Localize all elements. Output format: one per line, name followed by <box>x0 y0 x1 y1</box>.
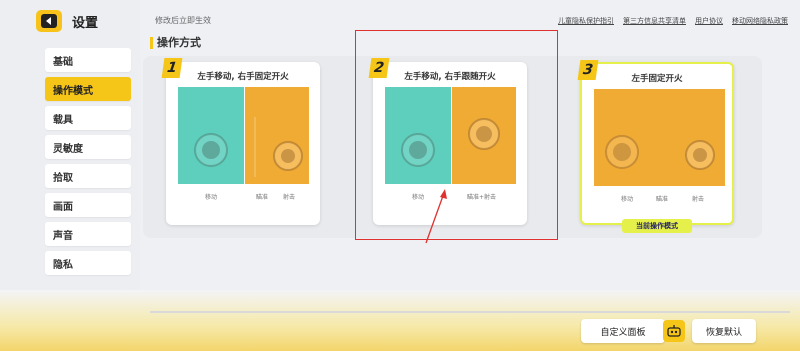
label-move: 移动 <box>205 194 218 201</box>
link-child-privacy[interactable]: 儿童隐私保护指引 <box>558 16 614 26</box>
label-aim: 瞄准 <box>656 196 669 203</box>
label-move: 移动 <box>621 196 634 203</box>
mode-preview <box>178 87 309 184</box>
current-mode-badge: 当前操作模式 <box>622 219 692 233</box>
joystick-icon <box>605 135 715 170</box>
sidebar-nav: 基础 操作模式 载具 灵敏度 拾取 画面 声音 隐私 <box>45 48 131 280</box>
reset-default-button[interactable]: 恢复默认 <box>692 319 756 343</box>
section-title: 操作方式 <box>150 37 201 49</box>
sidebar-item-sound[interactable]: 声音 <box>45 222 131 246</box>
label-fire: 射击 <box>283 194 296 201</box>
zone-labels: 移动 瞄准 射击 <box>178 192 309 202</box>
divider <box>150 311 790 313</box>
highlight-box <box>355 30 558 240</box>
sidebar-item-vehicle[interactable]: 载具 <box>45 106 131 130</box>
controller-icon[interactable] <box>663 320 685 342</box>
annotation-arrow-icon <box>425 189 447 244</box>
sidebar-item-sensitivity[interactable]: 灵敏度 <box>45 135 131 159</box>
card-title: 左手移动, 右手固定开火 <box>197 72 289 82</box>
mode-preview <box>594 89 725 186</box>
custom-panel-button[interactable]: 自定义面板 <box>581 319 665 343</box>
sidebar-item-basic[interactable]: 基础 <box>45 48 131 72</box>
label-fire: 射击 <box>692 196 705 203</box>
zone-labels: 移动 瞄准 射击 <box>594 194 725 204</box>
sidebar-item-graphics[interactable]: 画面 <box>45 193 131 217</box>
page-title: 设置 <box>72 15 99 31</box>
header: 设置 <box>36 10 98 32</box>
sidebar-item-control-mode[interactable]: 操作模式 <box>45 77 131 101</box>
sidebar-item-privacy[interactable]: 隐私 <box>45 251 131 275</box>
mode-card-3[interactable]: 3 左手固定开火 移动 瞄准 射击 当前操作模式 <box>577 60 734 233</box>
link-privacy-policy[interactable]: 移动网络隐私政策 <box>732 16 788 26</box>
sidebar-item-pickup[interactable]: 拾取 <box>45 164 131 188</box>
back-arrow-icon <box>41 14 57 28</box>
card-title: 左手固定开火 <box>631 74 683 84</box>
link-user-agreement[interactable]: 用户协议 <box>695 16 723 26</box>
back-button[interactable] <box>36 10 62 32</box>
joystick-icon <box>194 117 303 177</box>
mode-card-1[interactable]: 1 左手移动, 右手固定开火 移动 瞄准 射击 <box>161 58 320 225</box>
top-links: 儿童隐私保护指引 第三方信息共享清单 用户协议 移动网络隐私政策 <box>558 16 788 26</box>
link-third-party-sharing[interactable]: 第三方信息共享清单 <box>623 16 686 26</box>
apply-hint: 修改后立即生效 <box>155 16 211 25</box>
label-aim: 瞄准 <box>256 194 269 201</box>
